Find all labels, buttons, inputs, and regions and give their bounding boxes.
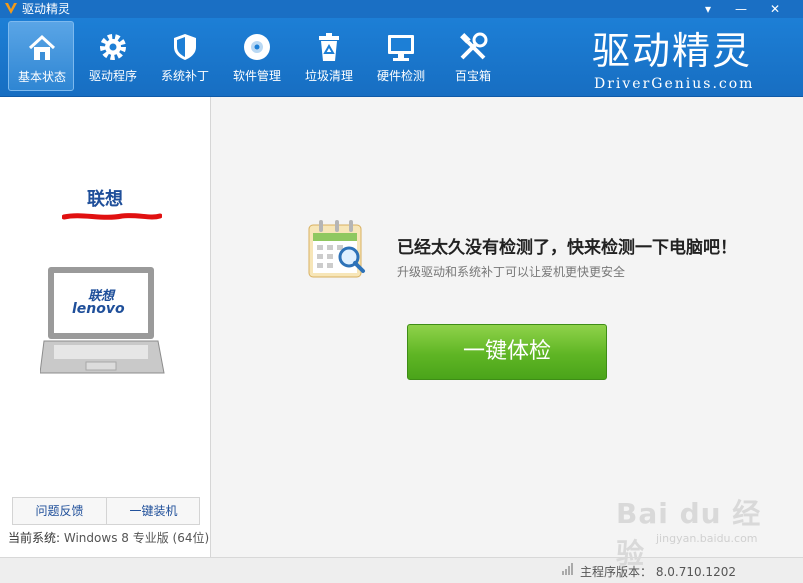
tab-system-patch[interactable]: 系统补丁 — [152, 21, 218, 91]
brand-logo-en: DriverGenius.com — [594, 76, 755, 92]
check-reminder-subtitle: 升级驱动和系统补丁可以让爱机更快更安全 — [397, 265, 626, 279]
current-os: 当前系统: Windows 8 专业版 (64位) — [8, 529, 209, 546]
tab-hardware-check[interactable]: 硬件检测 — [368, 21, 434, 91]
minimize-button[interactable]: — — [728, 0, 754, 18]
monitor-icon — [388, 35, 414, 61]
tab-junk-cleaner[interactable]: 垃圾清理 — [296, 21, 362, 91]
tab-label: 驱动程序 — [88, 69, 137, 83]
laptop-logo-en: lenovo — [72, 301, 125, 317]
laptop-image: 联想 lenovo — [39, 265, 170, 379]
recycle-bin-icon — [319, 33, 339, 61]
device-panel: 联想 联想 lenovo 问题反馈 一键装机 当前系统: Windows 8 专… — [0, 97, 211, 557]
tab-software-manager[interactable]: 软件管理 — [224, 21, 290, 91]
tools-icon — [460, 32, 488, 60]
laptop-icon — [39, 267, 165, 374]
calendar-check-icon — [308, 220, 365, 278]
tab-label: 百宝箱 — [454, 69, 491, 83]
app-logo-icon — [5, 3, 17, 14]
os-value: Windows 8 专业版 (64位) — [63, 531, 210, 545]
tab-label: 硬件检测 — [376, 69, 425, 83]
menu-dropdown-button[interactable]: ▾ — [695, 0, 721, 18]
feedback-button[interactable]: 问题反馈 — [13, 498, 106, 524]
close-button[interactable]: ✕ — [762, 0, 788, 18]
title-bar: 驱动精灵 ▾ — ✕ — [0, 0, 803, 18]
tab-label: 软件管理 — [232, 69, 281, 83]
watermark-sub: jingyan.baidu.com — [656, 532, 758, 545]
shield-icon — [174, 34, 196, 60]
signal-icon — [562, 563, 573, 575]
tab-toolbox[interactable]: 百宝箱 — [440, 21, 506, 91]
window-title: 驱动精灵 — [22, 2, 71, 16]
os-label: 当前系统: — [8, 531, 61, 545]
tab-drivers[interactable]: 驱动程序 — [80, 21, 146, 91]
redacted-mark — [62, 213, 162, 220]
tab-label: 基本状态 — [17, 70, 66, 84]
one-click-install-button[interactable]: 一键装机 — [106, 498, 200, 524]
main-panel: 已经太久没有检测了，快来检测一下电脑吧！ 升级驱动和系统补丁可以让爱机更快更安全… — [211, 97, 803, 557]
brand-logo: 驱动精灵 DriverGenius.com — [590, 28, 770, 94]
tab-label: 垃圾清理 — [304, 69, 353, 83]
tab-label: 系统补丁 — [160, 69, 209, 83]
brand-logo-cn: 驱动精灵 — [592, 29, 753, 73]
home-icon — [28, 34, 56, 60]
left-action-buttons: 问题反馈 一键装机 — [12, 497, 200, 525]
one-click-scan-button[interactable]: 一键体检 — [407, 324, 607, 380]
disc-icon — [244, 34, 270, 60]
device-brand-name: 联想 — [87, 189, 123, 210]
baidu-watermark: Bai du 经验 jingyan.baidu.com — [616, 492, 766, 570]
app-window: 驱动精灵 ▾ — ✕ 基本状态 驱动程序 系统补丁 软件管理 垃圾清理 硬件检测… — [0, 0, 803, 583]
check-reminder-title: 已经太久没有检测了，快来检测一下电脑吧！ — [397, 238, 737, 258]
tab-basic-status[interactable]: 基本状态 — [8, 21, 74, 91]
gear-icon — [100, 34, 126, 60]
main-toolbar: 基本状态 驱动程序 系统补丁 软件管理 垃圾清理 硬件检测 百宝箱 驱动精灵 D… — [0, 18, 803, 97]
